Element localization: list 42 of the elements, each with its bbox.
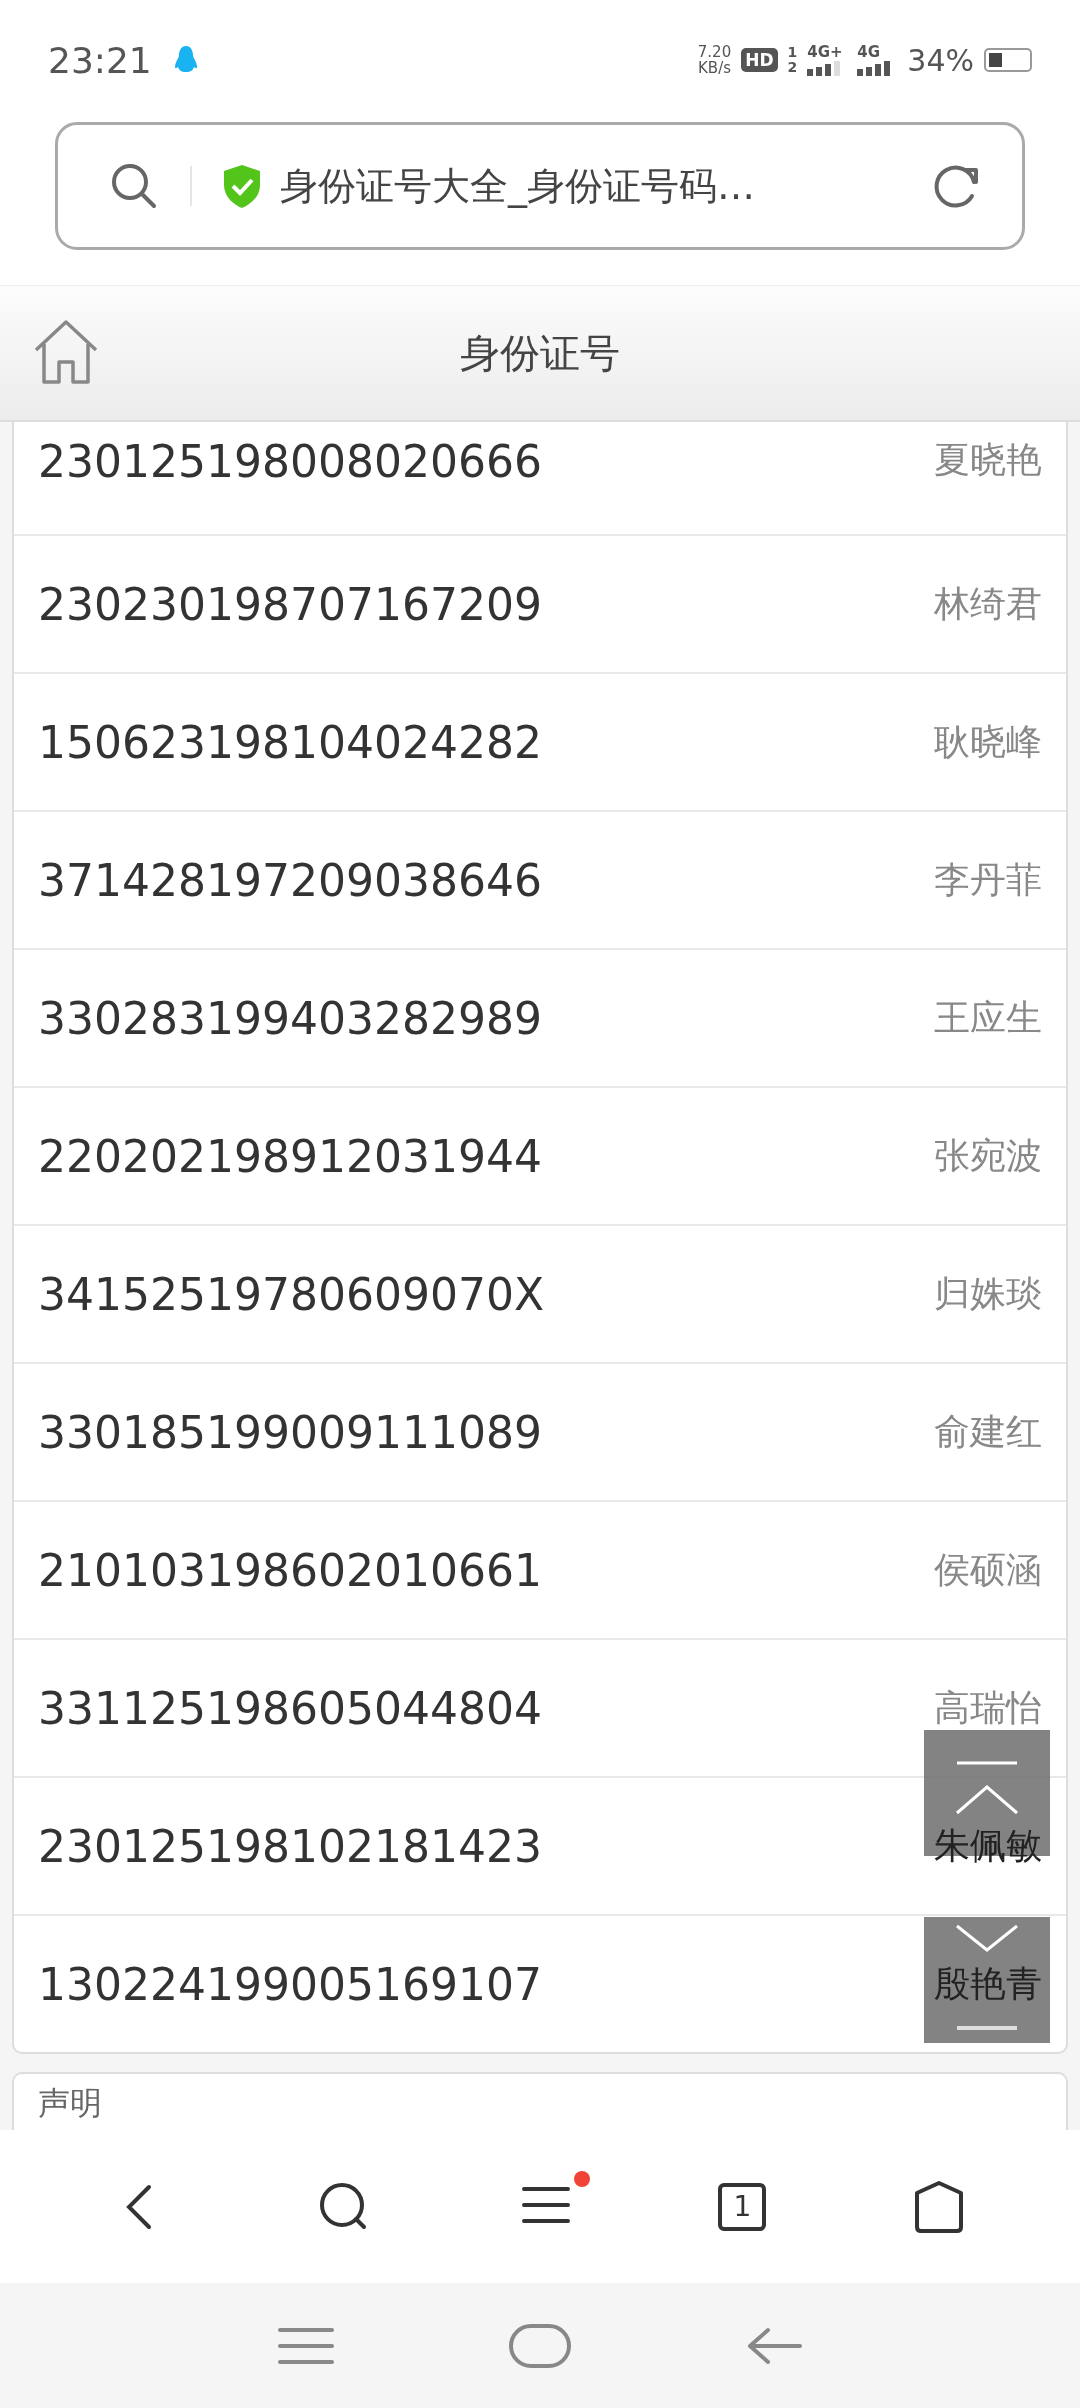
id-number: 220202198912031944 (38, 1130, 542, 1182)
status-time: 23:21 (48, 39, 152, 81)
hd-badge: HD (741, 48, 778, 72)
person-name: 殷艳青 (934, 1961, 1042, 2006)
notice-title: 声明 (38, 2086, 102, 2120)
person-name: 林绮君 (934, 581, 1042, 626)
page-title: 身份证号大全_身份证号码… (280, 162, 755, 210)
id-number: 34152519780609070X (38, 1268, 545, 1320)
speed-unit: KB/s (698, 60, 731, 76)
header-title: 身份证号 (460, 328, 620, 378)
id-number: 330283199403282989 (38, 992, 542, 1044)
sim-label: 2 (787, 60, 798, 75)
person-name: 归姝琰 (934, 1271, 1042, 1316)
network-speed: 7.20 (697, 44, 732, 60)
network-type: 4G+ (807, 44, 843, 60)
id-number: 230125198008020666 (38, 436, 542, 487)
id-number: 371428197209038646 (38, 854, 542, 906)
id-number: 331125198605044804 (38, 1682, 542, 1734)
person-name: 朱佩敏 (934, 1823, 1042, 1868)
network-type: 4G (857, 44, 881, 60)
person-name: 侯硕涵 (934, 1547, 1042, 1592)
person-name: 耿晓峰 (934, 719, 1042, 764)
home-button-icon[interactable] (508, 2322, 572, 2369)
address-bar[interactable]: 身份证号大全_身份证号码… (55, 122, 1025, 250)
penguin-icon (173, 45, 198, 75)
id-number: 230230198707167209 (38, 578, 542, 630)
person-name: 夏晓艳 (934, 438, 1042, 482)
battery-icon (984, 48, 1032, 72)
person-name: 高瑞怡 (934, 1685, 1042, 1730)
battery-percent: 34% (907, 42, 974, 78)
id-number: 230125198102181423 (38, 1820, 542, 1872)
person-name: 张宛波 (934, 1133, 1042, 1178)
tabs-button[interactable]: 1 (718, 2182, 767, 2231)
id-number: 330185199009111089 (38, 1406, 542, 1458)
person-name: 俞建红 (934, 1409, 1042, 1454)
sim-label: 1 (787, 45, 798, 60)
person-name: 王应生 (934, 995, 1042, 1040)
id-number: 130224199005169107 (38, 1958, 542, 2010)
id-number: 210103198602010661 (38, 1544, 542, 1596)
scroll-bottom-button[interactable] (924, 1917, 1050, 2043)
person-name: 李丹菲 (934, 857, 1042, 902)
id-number: 150623198104024282 (38, 716, 542, 768)
